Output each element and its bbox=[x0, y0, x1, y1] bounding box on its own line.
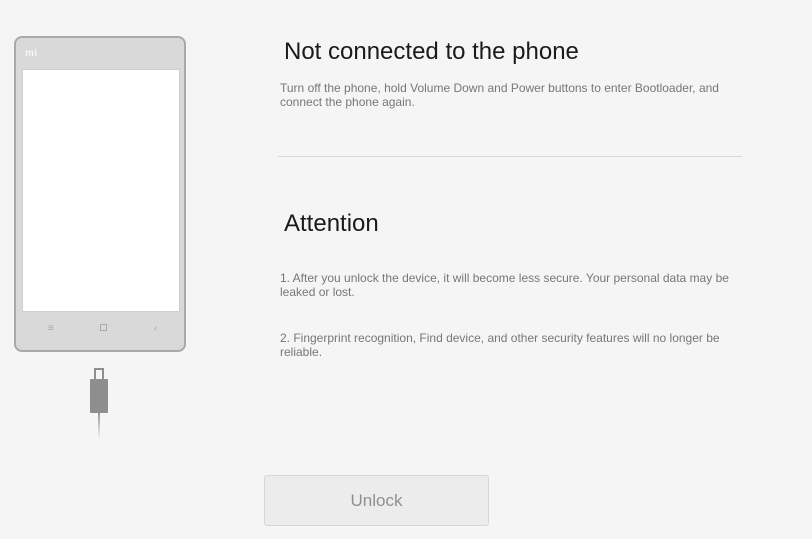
unlock-page: mi ≡ ‹ Not connected to the phone Turn o… bbox=[0, 0, 812, 539]
attention-note: 2. Fingerprint recognition, Find device,… bbox=[280, 331, 720, 359]
unlock-button[interactable]: Unlock bbox=[264, 475, 489, 526]
status-title: Not connected to the phone bbox=[284, 38, 579, 65]
home-icon bbox=[100, 324, 107, 334]
back-icon: ‹ bbox=[154, 323, 158, 334]
phone-illustration-icon: mi ≡ ‹ bbox=[14, 36, 186, 352]
divider bbox=[278, 156, 742, 157]
usb-plug bbox=[90, 379, 108, 413]
usb-wire bbox=[98, 413, 100, 439]
attention-title: Attention bbox=[284, 210, 379, 237]
menu-icon: ≡ bbox=[48, 323, 54, 334]
attention-note: 1. After you unlock the device, it will … bbox=[280, 271, 729, 299]
phone-screen bbox=[22, 69, 180, 312]
status-description: Turn off the phone, hold Volume Down and… bbox=[280, 81, 719, 109]
mi-logo: mi bbox=[25, 48, 38, 59]
